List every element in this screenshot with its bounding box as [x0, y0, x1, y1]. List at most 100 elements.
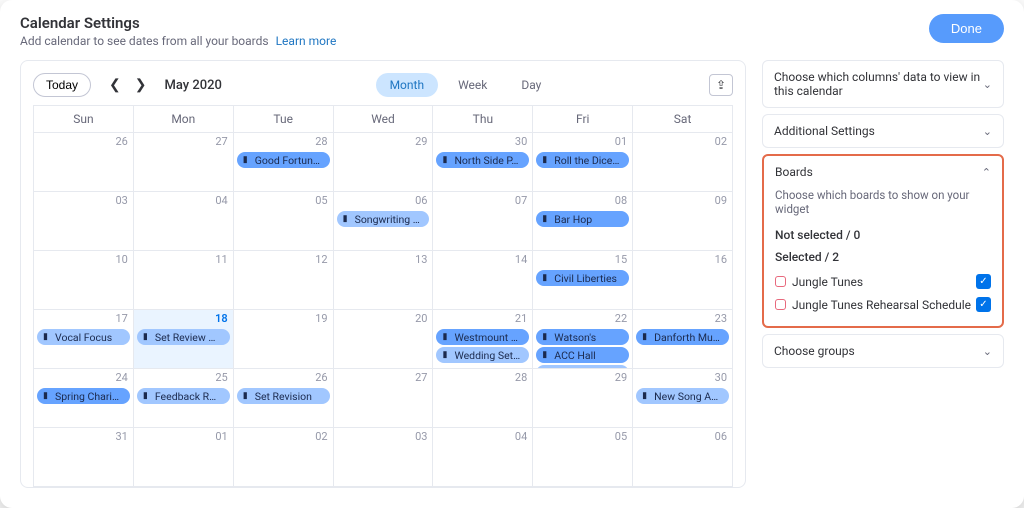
accordion-boards-label: Boards: [775, 165, 813, 179]
events-container: ▮Civil Liberties: [536, 270, 629, 286]
calendar-event[interactable]: ▮Feedback R…: [137, 388, 230, 404]
day-cell[interactable]: 13: [334, 251, 434, 310]
event-label: North Side P…: [454, 154, 518, 167]
day-number: 25: [215, 371, 227, 384]
day-cell[interactable]: 22▮Watson's▮ACC Hall▮Writing: [533, 310, 633, 369]
day-cell[interactable]: 02: [633, 133, 733, 192]
day-number: 30: [715, 371, 727, 384]
day-number: 23: [715, 312, 727, 325]
event-label: Good Fortun…: [255, 154, 320, 167]
day-number: 07: [515, 194, 527, 207]
day-cell[interactable]: 03: [334, 428, 434, 487]
day-cell[interactable]: 23 ▮Danforth Mu…: [633, 310, 733, 369]
view-day-button[interactable]: Day: [507, 73, 555, 97]
day-cell[interactable]: 26▮Set Revision: [234, 369, 334, 428]
calendar-event[interactable]: ▮North Side P…: [436, 152, 529, 168]
accordion-boards-head[interactable]: Boards ⌃: [764, 156, 1002, 188]
calendar-event[interactable]: ▮Set Review …: [137, 329, 230, 345]
calendar-event[interactable]: ▮Spring Chari…: [37, 388, 130, 404]
day-cell[interactable]: 27: [134, 133, 234, 192]
day-cell[interactable]: 26: [34, 133, 134, 192]
day-cell[interactable]: 03: [34, 192, 134, 251]
day-number: 01: [615, 135, 627, 148]
day-cell[interactable]: 17▮Vocal Focus: [34, 310, 134, 369]
day-cell[interactable]: 09: [633, 192, 733, 251]
accordion-groups[interactable]: Choose groups ⌄: [762, 334, 1004, 368]
day-cell[interactable]: 24▮Spring Chari…: [34, 369, 134, 428]
day-cell[interactable]: 29: [533, 369, 633, 428]
accordion-groups-head[interactable]: Choose groups ⌄: [763, 335, 1003, 367]
day-cell[interactable]: 18▮Set Review …: [134, 310, 234, 369]
day-cell[interactable]: 08▮Bar Hop: [533, 192, 633, 251]
day-number: 01: [215, 430, 227, 443]
learn-more-link[interactable]: Learn more: [276, 34, 337, 48]
done-button[interactable]: Done: [929, 14, 1004, 43]
day-cell[interactable]: 02: [234, 428, 334, 487]
accordion-columns-head[interactable]: Choose which columns' data to view in th…: [763, 61, 1003, 107]
calendar-event[interactable]: ▮Danforth Mu…: [636, 329, 729, 345]
calendar-event[interactable]: ▮Songwriting …: [337, 211, 430, 227]
day-cell[interactable]: 15▮Civil Liberties: [533, 251, 633, 310]
day-number: 03: [415, 430, 427, 443]
day-cell[interactable]: 19: [234, 310, 334, 369]
calendar-event[interactable]: ▮Watson's: [536, 329, 629, 345]
day-cell[interactable]: 04: [134, 192, 234, 251]
events-container: ▮Good Fortun…: [237, 152, 330, 168]
day-cell[interactable]: 06: [633, 428, 733, 487]
view-week-button[interactable]: Week: [444, 73, 501, 97]
day-cell[interactable]: 20: [334, 310, 434, 369]
day-cell[interactable]: 28: [433, 369, 533, 428]
board-checkbox[interactable]: ✓: [976, 274, 991, 289]
event-label: Vocal Focus: [55, 331, 112, 344]
calendar-event[interactable]: ▮Set Revision: [237, 388, 330, 404]
day-cell[interactable]: 12: [234, 251, 334, 310]
day-cell[interactable]: 27: [334, 369, 434, 428]
events-container: ▮Feedback R…: [137, 388, 230, 404]
events-container: ▮Set Revision: [237, 388, 330, 404]
chevron-down-icon: ⌄: [983, 78, 992, 91]
calendar-event[interactable]: ▮ACC Hall: [536, 347, 629, 363]
day-cell[interactable]: 07: [433, 192, 533, 251]
calendar-event[interactable]: ▮Westmount …: [436, 329, 529, 345]
day-cell[interactable]: 01: [134, 428, 234, 487]
dow-cell: Sun: [34, 106, 134, 133]
day-cell[interactable]: 28▮Good Fortun…: [234, 133, 334, 192]
event-icon: ▮: [642, 393, 650, 400]
day-cell[interactable]: 01 ▮Roll the Dice…: [533, 133, 633, 192]
export-button[interactable]: ⇪: [709, 74, 733, 96]
board-checkbox[interactable]: ✓: [976, 297, 991, 312]
accordion-columns[interactable]: Choose which columns' data to view in th…: [762, 60, 1004, 108]
calendar-event[interactable]: ▮Bar Hop: [536, 211, 629, 227]
day-cell[interactable]: 30▮North Side P…: [433, 133, 533, 192]
today-button[interactable]: Today: [33, 73, 91, 97]
boards-description: Choose which boards to show on your widg…: [775, 188, 991, 216]
day-cell[interactable]: 10: [34, 251, 134, 310]
calendar-event[interactable]: ▮New Song A…: [636, 388, 729, 404]
event-label: Civil Liberties: [554, 272, 617, 285]
calendar-event[interactable]: ▮Good Fortun…: [237, 152, 330, 168]
board-icon: [775, 276, 786, 287]
calendar-event[interactable]: ▮Wedding Set…: [436, 347, 529, 363]
calendar-event[interactable]: ▮Civil Liberties: [536, 270, 629, 286]
day-cell[interactable]: 30 ▮New Song A…: [633, 369, 733, 428]
accordion-additional-head[interactable]: Additional Settings ⌄: [763, 115, 1003, 147]
calendar-event[interactable]: ▮Roll the Dice…: [536, 152, 629, 168]
day-cell[interactable]: 04: [433, 428, 533, 487]
day-cell[interactable]: 16: [633, 251, 733, 310]
day-cell[interactable]: 11: [134, 251, 234, 310]
calendar-event[interactable]: ▮Vocal Focus: [37, 329, 130, 345]
event-label: Songwriting …: [355, 213, 420, 226]
day-cell[interactable]: 25 ▮Feedback R…: [134, 369, 234, 428]
view-month-button[interactable]: Month: [376, 73, 438, 97]
day-cell[interactable]: 05: [234, 192, 334, 251]
day-cell[interactable]: 29: [334, 133, 434, 192]
day-cell[interactable]: 21▮Westmount …▮Wedding Set…: [433, 310, 533, 369]
accordion-additional[interactable]: Additional Settings ⌄: [762, 114, 1004, 148]
day-cell[interactable]: 31: [34, 428, 134, 487]
next-month-button[interactable]: ❯: [131, 75, 151, 95]
day-cell[interactable]: 05: [533, 428, 633, 487]
day-cell[interactable]: 06▮Songwriting …: [334, 192, 434, 251]
day-cell[interactable]: 14: [433, 251, 533, 310]
prev-month-button[interactable]: ❮: [105, 75, 125, 95]
event-icon: ▮: [442, 334, 450, 341]
